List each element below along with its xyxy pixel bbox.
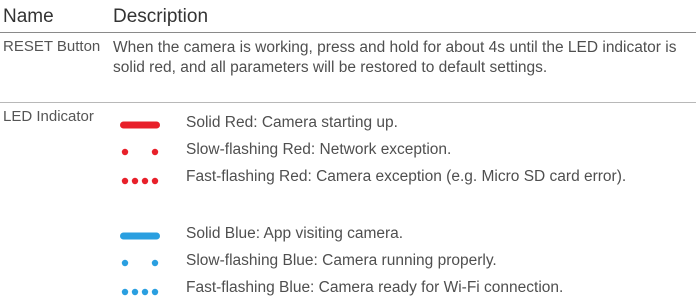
table-header: Name Description: [0, 0, 696, 32]
led-state-text: Solid Red: Camera starting up.: [186, 114, 398, 131]
fast-flashing-red-indicator-icon: [113, 167, 185, 187]
header-description-label: Description: [113, 6, 209, 27]
fast-flashing-blue-indicator-icon: [113, 278, 185, 298]
led-state-text: Slow-flashing Blue: Camera running prope…: [186, 252, 497, 269]
row-divider: [0, 102, 696, 103]
led-state-text: Fast-flashing Red: Camera exception (e.g…: [186, 168, 627, 185]
header-divider: [0, 32, 696, 33]
slow-flashing-red-indicator-icon: [113, 140, 185, 160]
description-table: Name Description RESET Button When the c…: [0, 0, 696, 306]
reset-button-description: When the camera is working, press and ho…: [113, 39, 677, 76]
led-indicator-name: LED Indicator: [3, 108, 94, 125]
led-state-text: Slow-flashing Red: Network exception.: [186, 141, 452, 158]
slow-flashing-blue-indicator-icon: [113, 251, 185, 271]
led-state-text: Solid Blue: App visiting camera.: [186, 225, 404, 242]
led-state-text: Fast-flashing Blue: Camera ready for Wi-…: [186, 279, 564, 296]
header-name-label: Name: [3, 6, 54, 27]
solid-blue-indicator-icon: [113, 224, 185, 244]
solid-red-indicator-icon: [113, 113, 185, 133]
reset-button-name: RESET Button: [3, 38, 101, 55]
